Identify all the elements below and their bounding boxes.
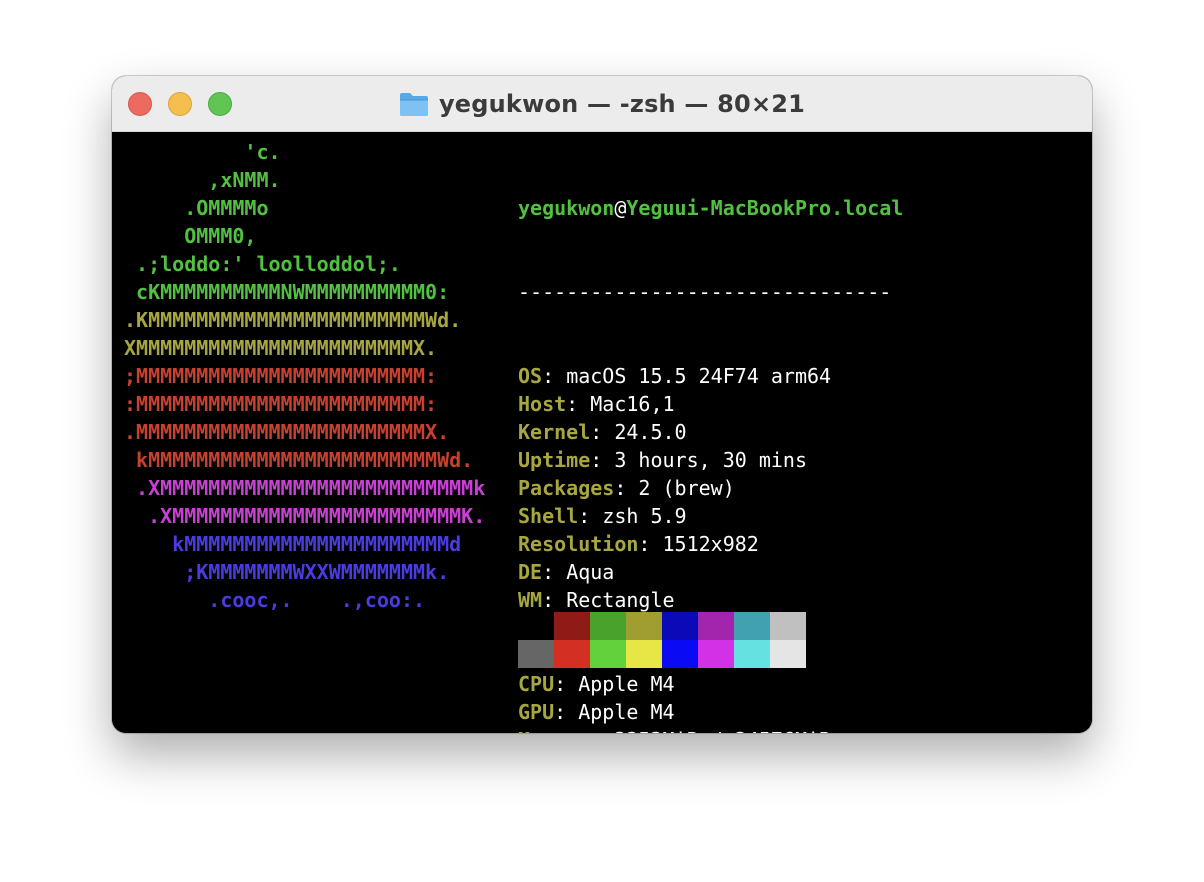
palette-normal-row xyxy=(518,612,806,640)
info-colon: : xyxy=(566,392,591,416)
info-value: 2 (brew) xyxy=(638,476,735,500)
color-palette xyxy=(518,612,806,668)
folder-icon xyxy=(399,93,428,116)
info-key: Uptime xyxy=(518,448,591,472)
palette-bright-row xyxy=(518,640,806,668)
info-row: WM: Rectangle xyxy=(518,586,903,614)
color-swatch xyxy=(662,640,698,668)
logo-line: :MMMMMMMMMMMMMMMMMMMMMMMM: xyxy=(124,392,438,416)
info-row: Kernel: 24.5.0 xyxy=(518,418,903,446)
user-host-line: yegukwon@Yeguui-MacBookPro.local xyxy=(518,194,903,222)
separator-line: ------------------------------- xyxy=(518,280,892,304)
color-swatch xyxy=(662,612,698,640)
info-key: Shell xyxy=(518,504,579,528)
logo-line: .cooc,. .,coo:. xyxy=(124,588,426,612)
logo-line: .KMMMMMMMMMMMMMMMMMMMMMMMWd. xyxy=(124,308,462,332)
at-sign: @ xyxy=(614,196,627,220)
info-colon: : xyxy=(590,420,615,444)
logo-line: kMMMMMMMMMMMMMMMMMMMMMMMMWd. xyxy=(124,448,474,472)
logo-line: OMMM0, xyxy=(124,224,257,248)
info-value: Rectangle xyxy=(566,588,675,612)
info-value: Apple M4 xyxy=(578,700,675,724)
info-colon: : xyxy=(554,700,579,724)
info-value: zsh 5.9 xyxy=(602,504,687,528)
info-value: Mac16,1 xyxy=(590,392,675,416)
color-swatch xyxy=(518,612,554,640)
terminal-window: yegukwon — -zsh — 80×21 'c. ,xNMM. .OMMM… xyxy=(112,76,1092,733)
info-row: Uptime: 3 hours, 30 mins xyxy=(518,446,903,474)
info-colon: : xyxy=(590,448,615,472)
info-colon: : xyxy=(542,364,567,388)
info-key: Packages xyxy=(518,476,615,500)
window-title: yegukwon — -zsh — 80×21 xyxy=(438,90,806,118)
color-swatch xyxy=(554,640,590,668)
info-row: Memory: 3253MiB / 24576MiB xyxy=(518,726,903,733)
color-swatch xyxy=(626,612,662,640)
info-key: DE xyxy=(518,560,543,584)
apple-ascii-logo: 'c. ,xNMM. .OMMMMo OMMM0, .;loddo:' lool… xyxy=(124,138,485,614)
info-row: Packages: 2 (brew) xyxy=(518,474,903,502)
info-colon: : xyxy=(578,504,603,528)
info-fields: OS: macOS 15.5 24F74 arm64 Host: Mac16,1 K… xyxy=(518,362,903,733)
info-key: CPU xyxy=(518,672,555,696)
info-colon: : xyxy=(542,588,567,612)
color-swatch xyxy=(770,640,806,668)
info-value: 1512x982 xyxy=(662,532,759,556)
info-key: Memory xyxy=(518,728,590,733)
info-row: CPU: Apple M4 xyxy=(518,670,903,698)
info-key: WM xyxy=(518,588,543,612)
info-row: OS: macOS 15.5 24F74 arm64 xyxy=(518,362,903,390)
info-colon: : xyxy=(542,560,567,584)
info-colon: : xyxy=(554,672,579,696)
color-swatch xyxy=(518,640,554,668)
info-key: OS xyxy=(518,364,543,388)
color-swatch xyxy=(554,612,590,640)
logo-line: .OMMMMo xyxy=(124,196,269,220)
info-colon: : xyxy=(638,532,663,556)
info-row: DE: Aqua xyxy=(518,558,903,586)
color-swatch xyxy=(770,612,806,640)
username: yegukwon xyxy=(518,196,615,220)
color-swatch xyxy=(698,640,734,668)
logo-line: XMMMMMMMMMMMMMMMMMMMMMMMX. xyxy=(124,336,438,360)
logo-line: kMMMMMMMMMMMMMMMMMMMMMMd xyxy=(124,532,462,556)
logo-line: .MMMMMMMMMMMMMMMMMMMMMMMMX. xyxy=(124,420,450,444)
terminal-content[interactable]: 'c. ,xNMM. .OMMMMo OMMM0, .;loddo:' lool… xyxy=(112,132,1092,733)
info-value: Aqua xyxy=(566,560,615,584)
logo-line: .XMMMMMMMMMMMMMMMMMMMMMMMMMMk xyxy=(124,476,486,500)
info-value: 3 hours, 30 mins xyxy=(614,448,807,472)
color-swatch xyxy=(590,612,626,640)
title-bar[interactable]: yegukwon — -zsh — 80×21 xyxy=(112,76,1092,132)
color-swatch xyxy=(734,612,770,640)
logo-line: .XMMMMMMMMMMMMMMMMMMMMMMMMK. xyxy=(124,504,486,528)
logo-line: cKMMMMMMMMMMNWMMMMMMMMMM0: xyxy=(124,280,450,304)
info-key: Kernel xyxy=(518,420,591,444)
logo-line: ,xNMM. xyxy=(124,168,281,192)
logo-line: .;loddo:' loolloddol;. xyxy=(124,252,401,276)
info-key: Host xyxy=(518,392,567,416)
info-value: 24.5.0 xyxy=(614,420,687,444)
color-swatch xyxy=(698,612,734,640)
info-row: Shell: zsh 5.9 xyxy=(518,502,903,530)
color-swatch xyxy=(734,640,770,668)
info-key: Resolution xyxy=(518,532,639,556)
logo-line: 'c. xyxy=(124,140,281,164)
color-swatch xyxy=(626,640,662,668)
window-title-group: yegukwon — -zsh — 80×21 xyxy=(112,76,1092,132)
color-swatch xyxy=(590,640,626,668)
info-colon: : xyxy=(614,476,639,500)
logo-line: ;MMMMMMMMMMMMMMMMMMMMMMMM: xyxy=(124,364,438,388)
info-value: Apple M4 xyxy=(578,672,675,696)
info-value: macOS 15.5 24F74 arm64 xyxy=(566,364,832,388)
logo-line: ;KMMMMMMMWXXWMMMMMMMk. xyxy=(124,560,450,584)
info-row: Resolution: 1512x982 xyxy=(518,530,903,558)
hostname: Yeguui-MacBookPro.local xyxy=(626,196,904,220)
info-row: Host: Mac16,1 xyxy=(518,390,903,418)
info-row: GPU: Apple M4 xyxy=(518,698,903,726)
info-value: 3253MiB / 24576MiB xyxy=(614,728,831,733)
info-colon: : xyxy=(590,728,614,733)
info-key: GPU xyxy=(518,700,555,724)
